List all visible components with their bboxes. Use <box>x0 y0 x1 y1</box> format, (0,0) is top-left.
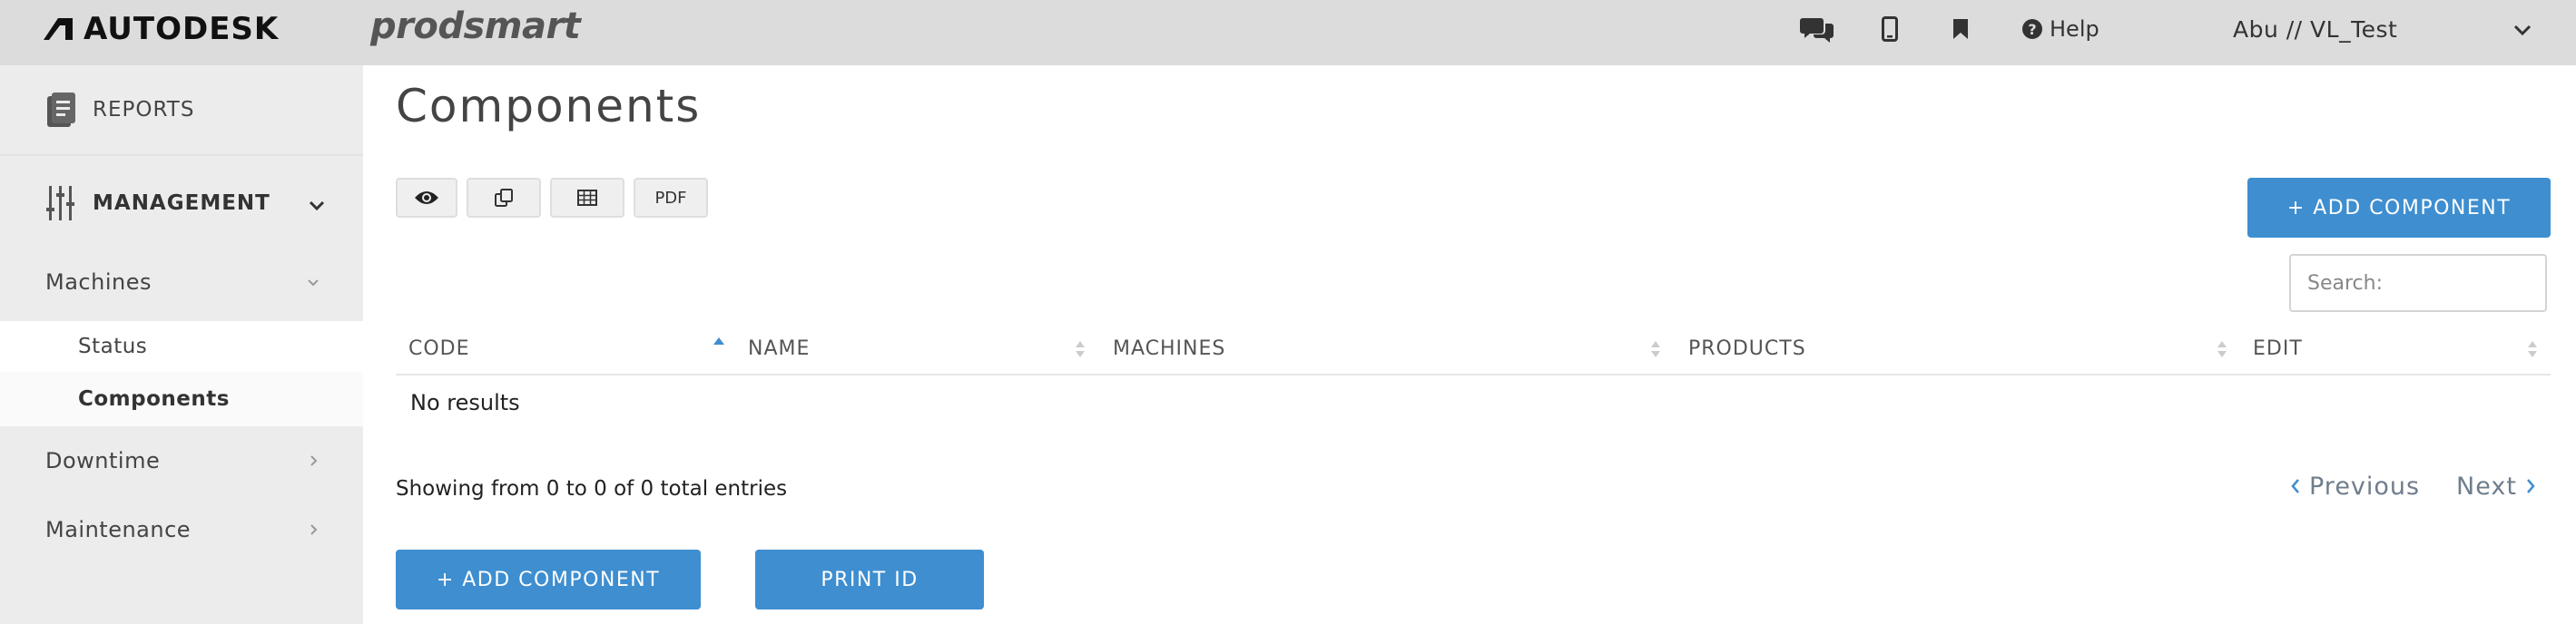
table-icon <box>577 190 597 206</box>
sidebar-reports-label: REPORTS <box>93 98 195 122</box>
sliders-icon <box>46 186 74 220</box>
add-component-button-bottom[interactable]: + ADD COMPONENT <box>396 550 701 609</box>
sort-icon[interactable] <box>1648 337 1663 361</box>
sidebar-item-downtime[interactable]: Downtime <box>0 426 363 495</box>
chevron-left-icon <box>2291 479 2299 493</box>
table-header: CODE NAME MACHINES PRODUCTS EDIT <box>396 323 2551 375</box>
table-empty-message: No results <box>410 390 520 415</box>
chevron-right-icon <box>2526 479 2535 493</box>
print-id-button[interactable]: PRINT ID <box>755 550 984 609</box>
add-component-button-top[interactable]: + ADD COMPONENT <box>2247 178 2551 238</box>
column-label: PRODUCTS <box>1688 336 1806 360</box>
help-label: Help <box>2050 16 2099 42</box>
chevron-down-icon <box>308 279 319 287</box>
bookmark-icon[interactable] <box>1950 11 1971 47</box>
column-label: MACHINES <box>1113 336 1226 360</box>
pdf-label: PDF <box>654 188 687 208</box>
autodesk-mark-icon <box>44 18 73 40</box>
page-title: Components <box>396 80 702 132</box>
pagination-next[interactable]: Next <box>2456 468 2537 504</box>
sidebar-item-label: Maintenance <box>45 517 192 542</box>
column-label: CODE <box>408 336 470 360</box>
column-header-machines[interactable]: MACHINES <box>1113 323 1225 374</box>
chevron-right-icon <box>310 455 318 466</box>
sidebar-subitem-label: Status <box>78 335 148 358</box>
sidebar-item-label: Machines <box>45 269 152 295</box>
chat-icon[interactable] <box>1797 11 1837 47</box>
sidebar-management-label: MANAGEMENT <box>93 191 270 215</box>
copy-button[interactable] <box>467 178 541 218</box>
help-link[interactable]: ? Help <box>2022 11 2099 47</box>
sidebar-item-management[interactable]: MANAGEMENT <box>0 158 363 249</box>
sidebar-subitem-status[interactable]: Status <box>0 321 363 372</box>
user-menu[interactable]: Abu // VL_Test <box>2233 11 2397 47</box>
brand-name: AUTODESK <box>84 11 280 47</box>
top-bar: AUTODESK prodsmart ? Help Abu // VL_Test <box>0 0 2576 65</box>
column-label: NAME <box>748 336 811 360</box>
sidebar: REPORTS MANAGEMENT Machines Status Compo… <box>0 65 363 624</box>
column-header-code[interactable]: CODE <box>408 323 470 374</box>
column-label: EDIT <box>2253 336 2303 360</box>
view-columns-button[interactable] <box>396 178 457 218</box>
search-input[interactable] <box>2289 254 2547 312</box>
chevron-right-icon <box>310 524 318 535</box>
autodesk-logo[interactable]: AUTODESK <box>42 11 279 47</box>
sidebar-item-machines[interactable]: Machines <box>0 247 363 317</box>
sort-icon[interactable] <box>2215 337 2229 361</box>
sort-ascending-icon[interactable] <box>712 334 726 357</box>
sidebar-subitem-components[interactable]: Components <box>0 372 363 426</box>
table-info: Showing from 0 to 0 of 0 total entries <box>396 477 788 501</box>
chevron-down-icon <box>309 200 325 211</box>
product-logo[interactable]: prodsmart <box>370 5 581 47</box>
previous-label: Previous <box>2309 472 2421 501</box>
column-header-edit[interactable]: EDIT <box>2253 323 2303 374</box>
mobile-icon[interactable] <box>1877 11 1903 47</box>
pagination-previous[interactable]: Previous <box>2289 468 2420 504</box>
sidebar-item-maintenance[interactable]: Maintenance <box>0 495 363 564</box>
help-icon: ? <box>2022 19 2042 39</box>
sidebar-item-label: Downtime <box>45 448 161 473</box>
column-header-products[interactable]: PRODUCTS <box>1688 323 1806 374</box>
export-csv-button[interactable] <box>550 178 624 218</box>
chevron-down-icon[interactable] <box>2511 18 2534 42</box>
export-pdf-button[interactable]: PDF <box>634 178 708 218</box>
eye-icon <box>415 191 438 204</box>
sort-icon[interactable] <box>2525 337 2540 361</box>
reports-icon <box>47 93 75 127</box>
sidebar-item-reports[interactable]: REPORTS <box>0 65 363 156</box>
next-label: Next <box>2456 472 2517 501</box>
column-header-name[interactable]: NAME <box>748 323 810 374</box>
sort-icon[interactable] <box>1073 337 1087 361</box>
copy-icon <box>495 189 513 207</box>
user-label: Abu // VL_Test <box>2233 15 2398 43</box>
sidebar-subitem-label: Components <box>78 387 230 411</box>
